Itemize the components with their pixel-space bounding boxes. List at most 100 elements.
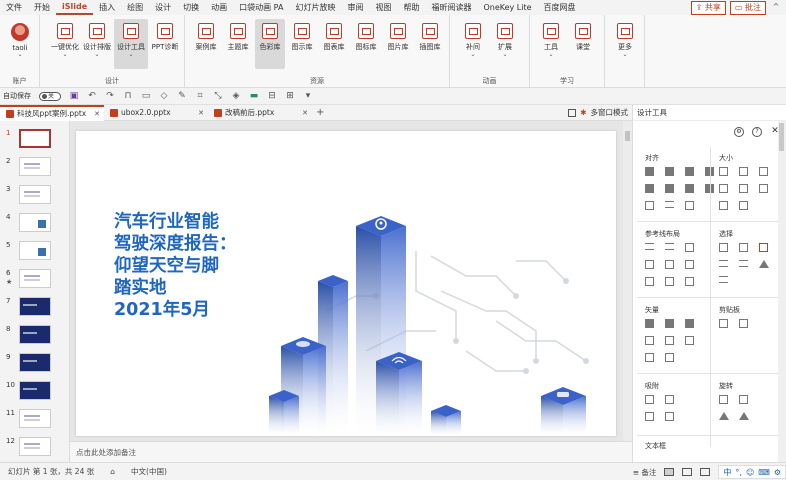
slide-thumbnail[interactable]: 3: [3, 185, 69, 211]
close-icon[interactable]: ✕: [302, 109, 308, 117]
classroom-button[interactable]: 课堂: [568, 23, 598, 52]
guide-grid-icon[interactable]: [685, 243, 694, 252]
document-tab[interactable]: 改稿前后.pptx ✕: [208, 105, 312, 121]
intersect-icon[interactable]: [645, 336, 654, 345]
guide-h-icon[interactable]: [645, 243, 654, 250]
document-tab[interactable]: ubox2.0.pptx ✕: [104, 105, 208, 121]
tools-button[interactable]: 工具 ⌄: [536, 23, 566, 58]
notes-pane[interactable]: 点击此处添加备注: [70, 441, 632, 462]
slide-thumbnail[interactable]: 11: [3, 409, 69, 435]
slide-thumbnail[interactable]: 8: [3, 325, 69, 351]
align-center-icon[interactable]: [665, 167, 674, 176]
same-size-icon[interactable]: [759, 167, 768, 176]
align-top-icon[interactable]: [645, 184, 654, 193]
slide-vertical-scrollbar[interactable]: [623, 121, 632, 441]
resource-button[interactable]: 图示库: [287, 23, 317, 52]
menu-item[interactable]: 百度网盘: [538, 0, 582, 15]
resource-button[interactable]: 图表库: [319, 23, 349, 52]
menu-item[interactable]: 口袋动画 PA: [233, 0, 289, 15]
slide-thumbnail[interactable]: 5: [3, 241, 69, 267]
resource-button[interactable]: 案例库: [191, 23, 221, 52]
select-same-icon[interactable]: [719, 243, 728, 252]
slide-thumbnail[interactable]: 12: [3, 437, 69, 462]
select-pointer-icon[interactable]: [759, 260, 769, 268]
align-line-icon[interactable]: [665, 201, 674, 208]
guide-row-icon[interactable]: [665, 277, 674, 286]
height-icon[interactable]: [739, 184, 748, 193]
guide-center-icon[interactable]: [665, 260, 674, 269]
select-similar-icon[interactable]: [739, 243, 748, 252]
menu-item[interactable]: 福昕阅读器: [425, 0, 477, 15]
design-tools-button[interactable]: 设计工具 ⌄: [114, 19, 148, 69]
copy-icon[interactable]: [719, 319, 728, 328]
close-icon[interactable]: ✕: [94, 110, 100, 118]
input-method-bar[interactable]: 中 °, ☺ ⌨ ⚙: [718, 465, 786, 479]
same-height-icon[interactable]: [739, 167, 748, 176]
menu-item[interactable]: OneKey Lite: [477, 0, 537, 15]
menu-item[interactable]: iSlide: [56, 0, 94, 15]
text-to-shape-icon[interactable]: [645, 353, 654, 362]
fit-icon[interactable]: [719, 201, 728, 210]
thumbnail-image[interactable]: [19, 157, 51, 176]
menu-item[interactable]: 帮助: [397, 0, 425, 15]
align-middle-icon[interactable]: [665, 184, 674, 193]
current-slide[interactable]: 汽车行业智能 驾驶深度报告： 仰望天空与脚 踏实地 2021年5月: [76, 131, 616, 436]
thumbnail-image[interactable]: [19, 297, 51, 316]
slide-thumbnail[interactable]: 7: [3, 297, 69, 323]
align-right-icon[interactable]: [685, 167, 694, 176]
fragment-icon[interactable]: [685, 319, 694, 328]
menu-item[interactable]: 动画: [205, 0, 233, 15]
thumbnail-image[interactable]: [19, 409, 51, 428]
menu-item[interactable]: 设计: [149, 0, 177, 15]
crop-size-icon[interactable]: [739, 201, 748, 210]
align-grid-icon[interactable]: [685, 201, 694, 210]
align-bottom-icon[interactable]: [685, 184, 694, 193]
resource-button[interactable]: 色彩库: [255, 19, 285, 69]
resource-button[interactable]: 图标库: [351, 23, 381, 52]
select-color-icon[interactable]: [759, 243, 768, 252]
subtract-icon[interactable]: [665, 336, 674, 345]
thumbnail-image[interactable]: [19, 437, 51, 456]
ime-item[interactable]: ⚙: [774, 468, 781, 477]
language-indicator[interactable]: 中文(中国): [123, 466, 175, 477]
align-edge-icon[interactable]: [645, 201, 654, 210]
more-commands-icon[interactable]: ▾: [303, 91, 313, 101]
slide-sorter-icon[interactable]: [682, 468, 693, 476]
menu-item[interactable]: 开始: [28, 0, 56, 15]
save-icon[interactable]: ▣: [69, 91, 79, 101]
scrollbar-thumb[interactable]: [625, 131, 630, 141]
shape-icon[interactable]: ◇: [159, 91, 169, 101]
help-icon[interactable]: ?: [752, 127, 762, 137]
add-tab-button[interactable]: +: [312, 107, 328, 118]
panel-scrollbar[interactable]: [778, 121, 786, 462]
notes-toggle[interactable]: ≡ 备注: [633, 467, 657, 478]
thumbnail-image[interactable]: [19, 185, 51, 204]
snap-grid-icon[interactable]: [645, 395, 654, 404]
snap-center-icon[interactable]: [665, 412, 674, 421]
transform-icon[interactable]: ⤡: [213, 91, 223, 101]
menu-item[interactable]: 绘图: [121, 0, 149, 15]
width-icon[interactable]: [719, 184, 728, 193]
thumbnail-image[interactable]: [19, 325, 51, 344]
thumbnail-image[interactable]: [19, 381, 51, 400]
slide-thumbnail[interactable]: 2: [3, 157, 69, 183]
slide-thumbnail[interactable]: 9: [3, 353, 69, 379]
outline-icon[interactable]: [685, 336, 694, 345]
resource-button[interactable]: 图片库: [383, 23, 413, 52]
snap-shape-icon[interactable]: [665, 395, 674, 404]
reading-view-icon[interactable]: [700, 468, 711, 476]
split-icon[interactable]: [665, 353, 674, 362]
scale-icon[interactable]: [759, 184, 768, 193]
menu-item[interactable]: 插入: [93, 0, 121, 15]
thumbnail-image[interactable]: [19, 241, 51, 260]
thumbnail-image[interactable]: [19, 213, 51, 232]
redo-icon[interactable]: ↷: [105, 91, 115, 101]
slide-thumbnail[interactable]: 1: [3, 129, 69, 155]
thumbnail-image[interactable]: [19, 269, 51, 288]
guide-clear-icon[interactable]: [685, 277, 694, 286]
collapse-ribbon-button[interactable]: ^: [770, 1, 782, 13]
multiwindow-mode[interactable]: ✱ 多窗口模式: [568, 107, 628, 118]
panel-scrollbar-thumb[interactable]: [779, 123, 784, 151]
select-text-icon[interactable]: [739, 260, 748, 267]
snap-edge-icon[interactable]: [645, 412, 654, 421]
